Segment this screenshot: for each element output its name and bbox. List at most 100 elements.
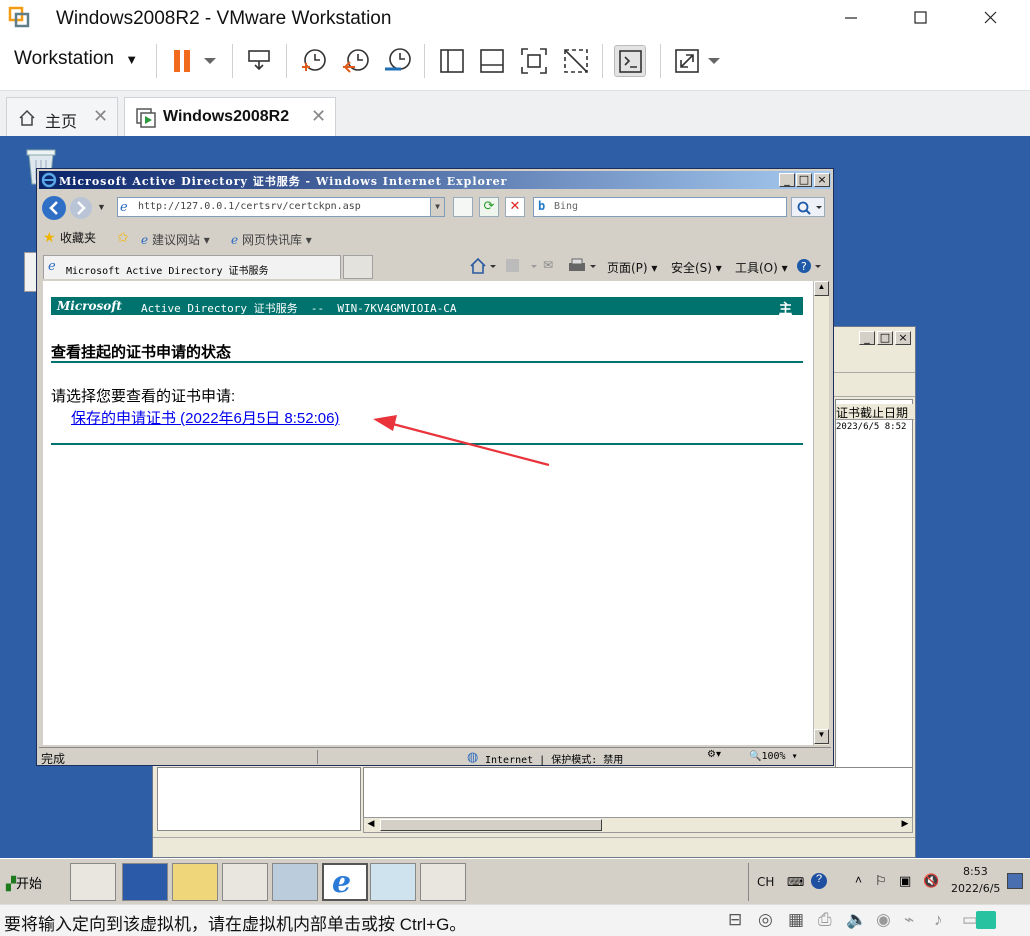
tab-vm-close-icon[interactable]: ✕ — [311, 106, 326, 127]
message-log-icon[interactable] — [976, 911, 996, 929]
help-icon[interactable]: ? — [811, 873, 827, 889]
minimize-button[interactable] — [836, 4, 866, 32]
show-desktop-button[interactable] — [1007, 873, 1023, 889]
fav-item-web-slice[interactable]: e 网页快讯库 ▾ — [231, 231, 312, 248]
mute-icon[interactable]: ♪ — [934, 910, 943, 930]
column-header-expiry[interactable]: 证书截止日期 — [836, 404, 914, 420]
address-text[interactable]: http://127.0.0.1/certsrv/certckpn.asp — [138, 201, 361, 212]
scroll-thumb[interactable] — [380, 819, 602, 831]
back-button[interactable] — [41, 195, 67, 221]
revert-snapshot-icon[interactable] — [340, 45, 372, 77]
usb-icon[interactable]: ⌁ — [904, 910, 914, 930]
search-icon[interactable] — [791, 197, 825, 217]
maximize-button[interactable] — [906, 4, 936, 32]
history-dropdown-icon[interactable]: ▼ — [97, 202, 106, 212]
bgwin-tree-pane[interactable] — [157, 767, 361, 831]
guest-taskbar: ▞开始 e CH ⌨ ? ˄ ⚐ ▣ 🔇 8:53 2022/6/5 — [0, 858, 1030, 904]
taskbar-cert-console[interactable] — [420, 863, 466, 901]
home-icon[interactable] — [469, 257, 499, 275]
bgwin-minimize-button[interactable]: _ — [859, 331, 875, 345]
tab-home-close-icon[interactable]: ✕ — [93, 106, 108, 127]
action-center-icon[interactable]: ⚐ — [875, 873, 887, 889]
address-bar[interactable]: e http://127.0.0.1/certsrv/certckpn.asp … — [117, 197, 445, 217]
tab-home-label: 主页 — [45, 114, 78, 131]
zoom-control[interactable]: 🔍100% ▾ — [749, 751, 798, 762]
help-icon[interactable]: ? — [795, 257, 825, 275]
tab-vm-label: Windows2008R2 — [163, 108, 290, 125]
keyboard-icon[interactable]: ⌨ — [787, 875, 804, 889]
feeds-icon[interactable] — [505, 258, 541, 274]
taskbar-ie[interactable]: e — [322, 863, 368, 901]
snapshot-manager-icon[interactable] — [382, 45, 414, 77]
send-keys-icon[interactable] — [244, 45, 276, 77]
pause-button[interactable] — [170, 46, 222, 76]
ie-close-button[interactable]: × — [814, 173, 830, 187]
fav-item-suggested-sites[interactable]: e 建议网站 ▾ — [141, 231, 210, 248]
ie-maximize-button[interactable]: □ — [796, 173, 812, 187]
console-icon[interactable] — [614, 45, 646, 77]
taskbar-tools[interactable] — [222, 863, 268, 901]
snapshot-icon[interactable] — [298, 45, 330, 77]
page-menu[interactable]: 页面(P) ▾ — [607, 259, 657, 276]
hard-disk-icon[interactable]: ⊟ — [728, 910, 742, 930]
taskbar-notes[interactable] — [370, 863, 416, 901]
language-indicator[interactable]: CH — [757, 875, 774, 889]
bgwin-maximize-button[interactable]: □ — [877, 331, 893, 345]
vmware-statusbar: 要将输入定向到该虚拟机，请在虚拟机内部单击或按 Ctrl+G。 ⊟ ◎ ▦ ⎙ … — [0, 904, 1030, 936]
horizontal-scrollbar[interactable]: ◀ ▶ — [363, 817, 913, 833]
search-input[interactable]: b Bing — [533, 197, 787, 217]
stretch-icon[interactable] — [672, 45, 724, 77]
clock-time[interactable]: 8:53 — [963, 865, 988, 878]
bgwin-close-button[interactable]: × — [895, 331, 911, 345]
thumbnail-view-icon[interactable] — [476, 45, 508, 77]
address-dropdown-icon[interactable]: ▼ — [430, 198, 444, 216]
cd-icon[interactable]: ◎ — [758, 910, 773, 930]
library-view-icon[interactable] — [436, 45, 468, 77]
scroll-up-arrow-icon[interactable]: ▲ — [814, 281, 829, 296]
safety-menu[interactable]: 安全(S) ▾ — [671, 259, 722, 276]
refresh-icon[interactable]: ⟳ — [479, 197, 499, 217]
sound-icon[interactable]: 🔈 — [846, 910, 867, 930]
taskbar-powershell[interactable] — [122, 863, 168, 901]
taskbar-explorer[interactable] — [172, 863, 218, 901]
scroll-down-arrow-icon[interactable]: ▼ — [814, 729, 829, 744]
printer-icon[interactable]: ⎙ — [818, 910, 832, 930]
camera-icon[interactable]: ◉ — [876, 910, 891, 930]
ie-tab[interactable]: e Microsoft Active Directory 证书服务 — [43, 255, 341, 279]
new-tab-button[interactable] — [343, 255, 373, 279]
start-button[interactable]: ▞开始 — [4, 869, 44, 895]
unity-icon[interactable] — [560, 45, 592, 77]
print-icon[interactable] — [567, 257, 599, 275]
tab-home[interactable]: 主页 ✕ — [6, 97, 118, 137]
home-link[interactable]: 主页 — [779, 298, 803, 336]
workstation-menu[interactable]: Workstation ▼ — [14, 48, 138, 70]
ie-window[interactable]: Microsoft Active Directory 证书服务 - Window… — [36, 168, 834, 766]
status-done: 完成 — [41, 752, 66, 766]
volume-muted-icon[interactable]: 🔇 — [923, 873, 939, 889]
workstation-menu-label: Workstation — [14, 48, 114, 69]
taskbar-server-manager[interactable] — [70, 863, 116, 901]
scroll-right-arrow-icon[interactable]: ▶ — [898, 818, 912, 832]
forward-button[interactable] — [69, 196, 93, 220]
clock-date[interactable]: 2022/6/5 — [951, 882, 1000, 895]
taskbar-cert-authority[interactable] — [272, 863, 318, 901]
add-favorite-icon[interactable]: ✩ — [117, 229, 129, 246]
tray-expand-icon[interactable]: ˄ — [855, 873, 862, 887]
favorites-button[interactable]: ★ 收藏夹 — [43, 229, 96, 247]
system-tray: CH ⌨ ? ˄ ⚐ ▣ 🔇 8:53 2022/6/5 — [748, 863, 1030, 901]
stop-icon[interactable]: ✕ — [505, 197, 525, 217]
page-content[interactable]: Microsoft Active Directory 证书服务 -- WIN-7… — [43, 281, 829, 745]
protected-mode-icon[interactable]: ⚙▾ — [707, 749, 721, 760]
vertical-scrollbar[interactable]: ▲ ▼ — [813, 281, 829, 745]
tools-menu[interactable]: 工具(O) ▾ — [735, 259, 788, 276]
fullscreen-icon[interactable] — [518, 45, 550, 77]
network-icon[interactable]: ▣ — [899, 873, 911, 889]
compat-view-icon[interactable] — [453, 197, 473, 217]
network-adapter-icon[interactable]: ▦ — [788, 910, 804, 930]
close-button[interactable] — [976, 4, 1006, 32]
scroll-left-arrow-icon[interactable]: ◀ — [364, 818, 378, 832]
ie-minimize-button[interactable]: _ — [779, 173, 795, 187]
mail-icon[interactable]: ✉ — [543, 258, 565, 274]
tab-vm[interactable]: Windows2008R2 ✕ — [124, 97, 336, 137]
request-link[interactable]: 保存的申请证书 (2022年6月5日 8:52:06) — [71, 407, 339, 428]
